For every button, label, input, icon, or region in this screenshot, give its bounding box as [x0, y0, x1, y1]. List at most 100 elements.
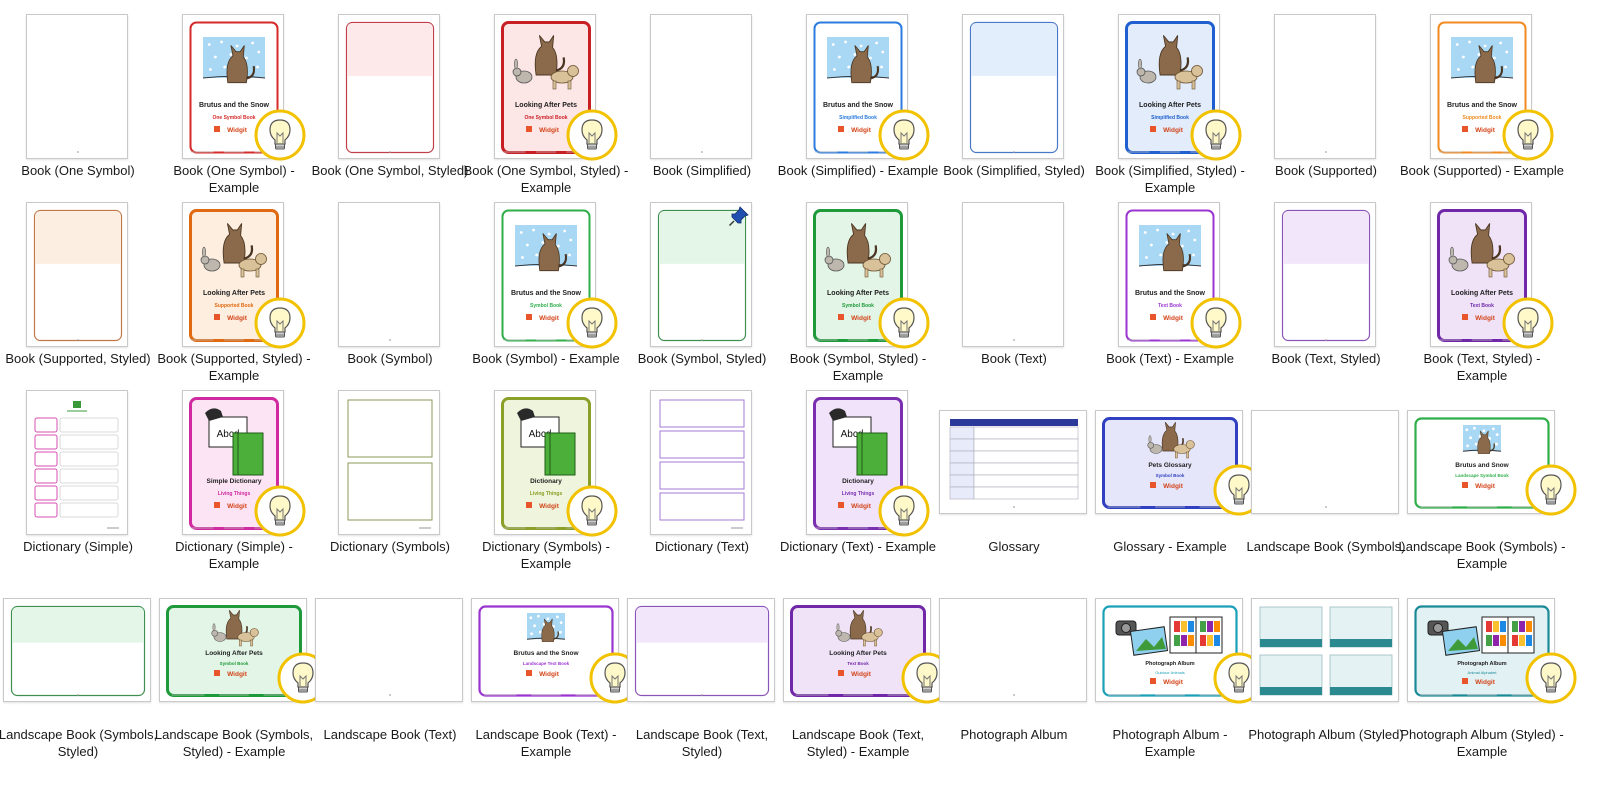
template-tile[interactable]: Book (Text)	[936, 202, 1092, 396]
pin-icon[interactable]	[728, 205, 750, 227]
template-thumbnail[interactable]	[338, 390, 440, 535]
template-label[interactable]: Book (Supported)	[1242, 162, 1410, 179]
template-label[interactable]: Book (Simplified, Styled) - Example	[1086, 162, 1254, 196]
template-label[interactable]: Book (Symbol)	[306, 350, 474, 367]
template-thumbnail[interactable]	[1251, 598, 1399, 702]
template-tile[interactable]: Book (Symbol, Styled)	[624, 202, 780, 396]
template-tile[interactable]: Book (Simplified)	[624, 14, 780, 208]
template-thumbnail[interactable]	[962, 202, 1064, 347]
template-label[interactable]: Dictionary (Simple) - Example	[150, 538, 318, 572]
template-thumbnail[interactable]	[315, 598, 463, 702]
template-tile[interactable]: Landscape Book (Text)	[312, 578, 468, 772]
template-tile[interactable]: Brutus and the Snow One Symbol Book Widgit…	[156, 14, 312, 208]
template-tile[interactable]: Landscape Book (Text, Styled)	[624, 578, 780, 772]
template-thumbnail[interactable]	[1251, 410, 1399, 514]
template-label[interactable]: Book (Symbol, Styled) - Example	[774, 350, 942, 384]
template-label[interactable]: Dictionary (Symbols)	[306, 538, 474, 555]
template-tile[interactable]: Glossary	[936, 390, 1092, 584]
template-label[interactable]: Photograph Album - Example	[1086, 726, 1254, 760]
template-thumbnail[interactable]	[939, 410, 1087, 514]
template-label[interactable]: Photograph Album	[930, 726, 1098, 743]
template-thumbnail[interactable]	[338, 202, 440, 347]
template-label[interactable]: Dictionary (Text)	[618, 538, 786, 555]
template-label[interactable]: Book (Symbol, Styled)	[618, 350, 786, 367]
template-tile[interactable]: Looking After Pets Supported Book Widgit Bo…	[156, 202, 312, 396]
template-label[interactable]: Photograph Album (Styled) - Example	[1398, 726, 1566, 760]
template-thumbnail[interactable]	[1274, 202, 1376, 347]
template-tile[interactable]: Brutus and Snow Landscape Symbol Book Widg…	[1399, 390, 1577, 584]
template-label[interactable]: Landscape Book (Symbols)	[1242, 538, 1410, 555]
template-label[interactable]: Book (Supported) - Example	[1398, 162, 1566, 179]
template-tile[interactable]: Abcd Dictionary Living Things Widgit Diction…	[780, 390, 936, 584]
template-tile[interactable]: Book (Symbol)	[312, 202, 468, 396]
template-tile[interactable]: Photograph Album	[936, 578, 1092, 772]
template-tile[interactable]: Book (Simplified, Styled)	[936, 14, 1092, 208]
template-label[interactable]: Book (Text)	[930, 350, 1098, 367]
template-tile[interactable]: Dictionary (Symbols)	[312, 390, 468, 584]
template-label[interactable]: Book (Text) - Example	[1086, 350, 1254, 367]
template-label[interactable]: Book (One Symbol) - Example	[150, 162, 318, 196]
template-thumbnail[interactable]	[3, 598, 151, 702]
template-tile[interactable]: Brutus and the Snow Text Book Widgit Book (…	[1092, 202, 1248, 396]
template-tile[interactable]: Dictionary (Simple)	[0, 390, 156, 584]
template-tile[interactable]: Brutus and the Snow Symbol Book Widgit Book…	[468, 202, 624, 396]
template-label[interactable]: Landscape Book (Text, Styled) - Example	[774, 726, 942, 760]
template-tile[interactable]: Looking After Pets One Symbol Book Widgit B…	[464, 14, 628, 208]
template-thumbnail[interactable]	[650, 14, 752, 159]
template-tile[interactable]: Brutus and the Snow Simplified Book Widgit…	[778, 14, 938, 208]
template-tile[interactable]: Dictionary (Text)	[624, 390, 780, 584]
template-label[interactable]: Dictionary (Symbols) - Example	[462, 538, 630, 572]
template-tile[interactable]: Photograph Album (Styled)	[1248, 578, 1404, 772]
template-tile[interactable]: Looking After Pets Symbol Book Widgit Book …	[780, 202, 936, 396]
template-tile[interactable]: Book (Text, Styled)	[1248, 202, 1404, 396]
template-tile[interactable]: Abcd Dictionary Living Things Widgit Diction…	[468, 390, 624, 584]
template-label[interactable]: Book (One Symbol, Styled)	[306, 162, 474, 179]
template-label[interactable]: Photograph Album (Styled)	[1242, 726, 1410, 743]
template-tile[interactable]: Photograph Album Outdoor Animals Widgit Pho…	[1092, 578, 1265, 772]
template-thumbnail[interactable]	[1274, 14, 1376, 159]
template-thumbnail[interactable]	[26, 14, 128, 159]
template-tile[interactable]: Landscape Book (Symbols)	[1247, 390, 1405, 584]
template-label[interactable]: Book (One Symbol, Styled) - Example	[462, 162, 630, 196]
template-thumbnail[interactable]	[939, 598, 1087, 702]
template-tile[interactable]: Landscape Book (Symbols, Styled)	[0, 578, 157, 772]
template-label[interactable]: Landscape Book (Text) - Example	[462, 726, 630, 760]
template-label[interactable]: Glossary	[930, 538, 1098, 555]
template-label[interactable]: Book (One Symbol)	[0, 162, 162, 179]
template-label[interactable]: Book (Text, Styled) - Example	[1398, 350, 1566, 384]
template-label[interactable]: Book (Text, Styled)	[1242, 350, 1410, 367]
template-label[interactable]: Book (Supported, Styled)	[0, 350, 162, 367]
template-label[interactable]: Landscape Book (Text)	[306, 726, 474, 743]
template-tile[interactable]: Book (Supported)	[1248, 14, 1404, 208]
template-thumbnail[interactable]	[26, 202, 128, 347]
template-label[interactable]: Book (Simplified)	[618, 162, 786, 179]
template-tile[interactable]: Book (One Symbol, Styled)	[312, 14, 468, 208]
template-tile[interactable]: Looking After Pets Text Book Widgit Book (T…	[1404, 202, 1560, 396]
template-label[interactable]: Landscape Book (Symbols) - Example	[1398, 538, 1566, 572]
template-thumbnail[interactable]	[962, 14, 1064, 159]
template-tile[interactable]: Abcd Simple Dictionary Living Things Widgit…	[156, 390, 312, 584]
template-label[interactable]: Book (Simplified) - Example	[774, 162, 942, 179]
template-label[interactable]: Book (Simplified, Styled)	[930, 162, 1098, 179]
template-thumbnail[interactable]	[627, 598, 775, 702]
template-label[interactable]: Landscape Book (Symbols, Styled) - Examp…	[150, 726, 318, 760]
template-label[interactable]: Landscape Book (Symbols, Styled)	[0, 726, 162, 760]
template-label[interactable]: Dictionary (Text) - Example	[774, 538, 942, 555]
template-label[interactable]: Book (Symbol) - Example	[462, 350, 630, 367]
template-thumbnail[interactable]	[26, 390, 128, 535]
template-tile[interactable]: Pets Glossary Symbol Book Widgit Glossary -…	[1092, 390, 1265, 584]
template-tile[interactable]: Photograph Album Animal Alphabet Widgit Pho…	[1400, 578, 1577, 772]
template-tile[interactable]: Brutus and the Snow Landscape Text Book Wi…	[468, 578, 641, 772]
template-tile[interactable]: Book (Supported, Styled)	[0, 202, 156, 396]
template-thumbnail[interactable]	[650, 390, 752, 535]
template-label[interactable]: Landscape Book (Text, Styled)	[618, 726, 786, 760]
template-tile[interactable]: Looking After Pets Text Book Widgit Landsca…	[780, 578, 953, 772]
template-label[interactable]: Glossary - Example	[1086, 538, 1254, 555]
template-label[interactable]: Dictionary (Simple)	[0, 538, 162, 555]
template-tile[interactable]: Book (One Symbol)	[0, 14, 156, 208]
template-tile[interactable]: Brutus and the Snow Supported Book Widgit B…	[1400, 14, 1564, 208]
template-thumbnail[interactable]	[338, 14, 440, 159]
template-tile[interactable]: Looking After Pets Symbol Book Widgit Lands…	[155, 578, 329, 772]
template-label[interactable]: Book (Supported, Styled) - Example	[150, 350, 318, 384]
template-tile[interactable]: Looking After Pets Simplified Book Widgit B…	[1092, 14, 1248, 208]
